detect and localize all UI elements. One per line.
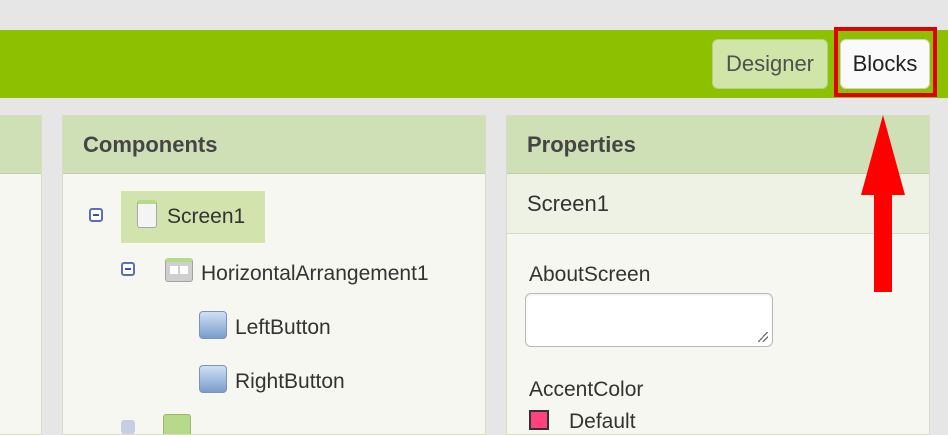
about-screen-label: AboutScreen xyxy=(529,263,651,286)
components-panel-title: Components xyxy=(63,116,485,174)
accent-color-value[interactable]: Default xyxy=(569,410,636,434)
tree-item-label: RightButton xyxy=(235,370,345,393)
red-up-arrow-head-icon xyxy=(861,115,905,195)
blocks-highlight-box xyxy=(834,27,937,97)
designer-button[interactable]: Designer xyxy=(712,39,828,89)
about-screen-input[interactable] xyxy=(525,293,773,347)
top-toolbar: Designer Blocks xyxy=(0,30,948,98)
resize-grip-icon[interactable] xyxy=(758,332,768,342)
collapse-icon[interactable] xyxy=(121,420,135,434)
tree-item-screen1[interactable]: Screen1 xyxy=(121,191,265,243)
accent-color-label: AccentColor xyxy=(529,378,644,401)
tree-item-leftbutton[interactable]: LeftButton xyxy=(199,306,331,350)
components-panel: Components Screen1 HorizontalArrangement… xyxy=(62,115,486,435)
collapse-screen1-icon[interactable] xyxy=(89,208,103,222)
collapse-horizontal-arrangement-icon[interactable] xyxy=(121,262,135,276)
screen-icon xyxy=(137,200,157,228)
red-up-arrow-icon xyxy=(874,188,892,292)
button-icon xyxy=(199,365,227,393)
tree-item-label: Screen1 xyxy=(167,205,246,228)
tree-item-rightbutton[interactable]: RightButton xyxy=(199,360,345,404)
palette-panel xyxy=(0,115,42,435)
button-icon xyxy=(199,311,227,339)
component-icon xyxy=(163,414,191,434)
tree-item-label: LeftButton xyxy=(235,316,331,339)
tree-item-horizontalarrangement1[interactable]: HorizontalArrangement1 xyxy=(165,252,429,296)
horizontal-arrangement-icon xyxy=(165,258,193,282)
accent-color-swatch[interactable] xyxy=(529,410,549,430)
palette-panel-header xyxy=(0,116,41,174)
tree-item-label: HorizontalArrangement1 xyxy=(201,262,429,285)
